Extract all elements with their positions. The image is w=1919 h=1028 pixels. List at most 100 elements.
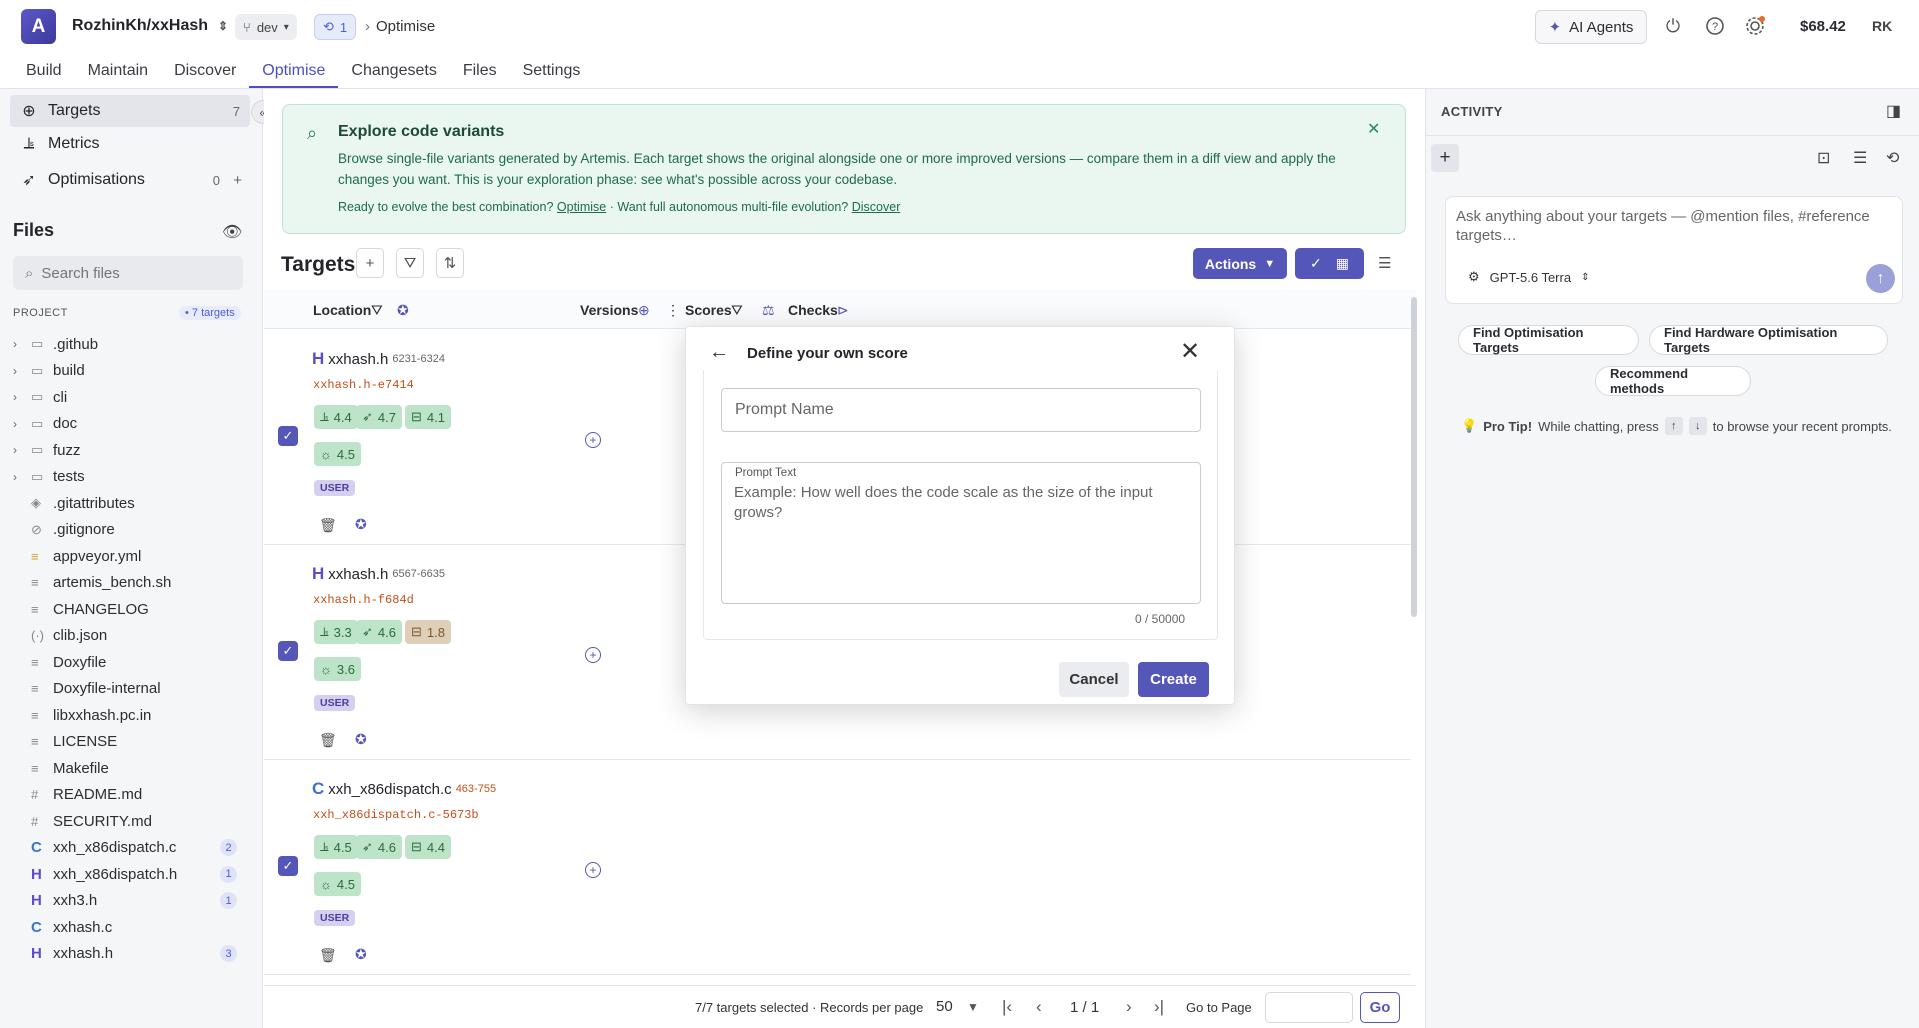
medal-icon[interactable]: ✪ [397, 302, 409, 319]
checklist-icon[interactable]: ☰ [1378, 254, 1391, 272]
folder-item[interactable]: › ▭ fuzz [13, 437, 243, 464]
arrow-left-icon[interactable]: ← [709, 341, 729, 364]
add-version-icon[interactable]: + [585, 862, 601, 878]
sidebar-item-optimisations[interactable]: ➶ Optimisations 0 + [10, 164, 250, 196]
medal-icon[interactable]: ✪ [355, 516, 367, 533]
tab-build[interactable]: Build [13, 56, 75, 88]
file-item[interactable]: Hxxh_x86dispatch.h 1 [13, 861, 243, 888]
records-per-page-select[interactable]: 50 [936, 998, 953, 1015]
score-pill[interactable]: ⊟ 1.8 [405, 620, 451, 644]
folder-item[interactable]: › ▭ .github [13, 331, 243, 358]
score-pill[interactable]: ➶ 4.6 [356, 620, 402, 644]
score-pill[interactable]: ➶ 4.7 [356, 405, 402, 429]
goto-page-input[interactable] [1265, 992, 1353, 1023]
file-item[interactable]: Cxxhash.c [13, 914, 243, 941]
file-item[interactable]: ≡ appveyor.yml [13, 543, 243, 570]
prev-page-icon[interactable]: ‹ [1036, 997, 1042, 1017]
medal-icon[interactable]: ✪ [355, 946, 367, 963]
play-icon[interactable]: ⊳ [837, 302, 849, 319]
last-page-icon[interactable]: ›| [1154, 997, 1164, 1017]
model-selector[interactable]: ⚙ GPT-5.6 Terra ⇕ [1468, 269, 1589, 285]
variant-id[interactable]: xxh_x86dispatch.c-5673b [313, 808, 479, 822]
row-checkbox[interactable]: ✓ [278, 426, 298, 446]
cancel-button[interactable]: Cancel [1059, 662, 1129, 697]
filter-button[interactable]: ⛛ [396, 248, 424, 278]
actions-button[interactable]: Actions ▼ [1193, 248, 1287, 279]
suggestion-find-targets[interactable]: Find Optimisation Targets [1458, 325, 1639, 355]
create-button[interactable]: Create [1138, 662, 1209, 697]
add-target-button[interactable]: + [356, 248, 384, 278]
suggestion-find-hardware-targets[interactable]: Find Hardware Optimisation Targets [1649, 325, 1888, 355]
suggestion-recommend-methods[interactable]: Recommend methods [1595, 366, 1751, 396]
file-item[interactable]: ≡ artemis_bench.sh [13, 570, 243, 597]
score-pill[interactable]: ⫡ 4.5 [314, 835, 358, 859]
close-icon[interactable]: ✕ [1180, 337, 1200, 366]
file-item[interactable]: (·) clib.json [13, 623, 243, 650]
chevron-right-icon[interactable]: › [13, 417, 29, 431]
score-pill[interactable]: ⊟ 4.4 [405, 835, 451, 859]
score-pill[interactable]: ⫡ 3.3 [314, 620, 358, 644]
chevron-right-icon[interactable]: › [13, 390, 29, 404]
score-pill[interactable]: ➶ 4.6 [356, 835, 402, 859]
add-icon[interactable]: ⊕ [638, 302, 650, 319]
sidebar-item-targets[interactable]: ⊕ Targets 7 [10, 95, 250, 127]
trash-icon[interactable]: 🗑 [319, 947, 337, 964]
tab-settings[interactable]: Settings [510, 56, 594, 88]
row-checkbox[interactable]: ✓ [278, 856, 298, 876]
row-checkbox[interactable]: ✓ [278, 641, 298, 661]
score-pill[interactable]: ☼ 4.5 [314, 872, 361, 896]
chevron-right-icon[interactable]: › [13, 470, 29, 484]
tab-optimise[interactable]: Optimise [249, 56, 339, 88]
variant-id[interactable]: xxhash.h-e7414 [313, 378, 414, 392]
folder-item[interactable]: › ▭ doc [13, 411, 243, 438]
robot-icon[interactable]: ⊡ [1817, 148, 1830, 168]
send-button[interactable]: ↑ [1866, 264, 1895, 293]
score-pill[interactable]: ⫡ 4.4 [314, 405, 358, 429]
chat-box[interactable]: Ask anything about your targets — @menti… [1445, 196, 1903, 304]
trash-icon[interactable]: 🗑 [319, 517, 337, 534]
tab-changesets[interactable]: Changesets [338, 56, 449, 88]
score-pill[interactable]: ☼ 4.5 [314, 442, 361, 466]
file-item[interactable]: ≡ Makefile [13, 755, 243, 782]
prompt-name-field[interactable] [721, 388, 1201, 432]
target-location[interactable]: Cxxh_x86dispatch.c 463-755 [312, 779, 496, 799]
check-icon[interactable]: ✓ [1310, 255, 1322, 272]
tab-discover[interactable]: Discover [161, 56, 249, 88]
chevron-right-icon[interactable]: › [13, 443, 29, 457]
pr-badge[interactable]: ⟲ 1 [314, 14, 357, 40]
grid-icon[interactable]: ▦ [1336, 255, 1349, 272]
folder-item[interactable]: › ▭ tests [13, 464, 243, 491]
help-icon[interactable]: ? [1704, 15, 1726, 37]
new-chat-button[interactable]: + [1431, 144, 1459, 172]
trash-icon[interactable]: 🗑 [319, 732, 337, 749]
prompt-text-field[interactable]: Prompt Text [721, 462, 1201, 604]
search-input[interactable] [41, 264, 222, 282]
file-item[interactable]: Hxxh3.h 1 [13, 888, 243, 915]
go-button[interactable]: Go [1360, 992, 1400, 1023]
ai-agents-button[interactable]: ✦ AI Agents [1535, 10, 1647, 44]
discover-link[interactable]: Discover [852, 200, 901, 214]
avatar[interactable]: RK [1872, 18, 1892, 34]
eye-icon[interactable]: 👁 [222, 222, 242, 242]
close-icon[interactable]: ✕ [1367, 119, 1380, 139]
prompt-text-input[interactable] [734, 483, 1189, 593]
chevron-right-icon[interactable]: › [13, 364, 29, 378]
file-item[interactable]: ≡ Doxyfile [13, 649, 243, 676]
chat-input[interactable]: Ask anything about your targets — @menti… [1456, 207, 1876, 245]
chevron-right-icon[interactable]: › [13, 337, 29, 351]
file-item[interactable]: ≡ CHANGELOG [13, 596, 243, 623]
tab-maintain[interactable]: Maintain [75, 56, 161, 88]
view-toggle[interactable]: ✓ ▦ [1295, 248, 1364, 279]
folder-item[interactable]: › ▭ build [13, 358, 243, 385]
add-version-icon[interactable]: + [585, 647, 601, 663]
column-location[interactable]: Location [313, 302, 371, 318]
panel-toggle-icon[interactable]: ◨ [1886, 101, 1901, 121]
optimise-link[interactable]: Optimise [557, 200, 606, 214]
gear-icon[interactable] [1744, 15, 1766, 37]
file-item[interactable]: Hxxhash.h 3 [13, 941, 243, 968]
sort-button[interactable]: ⇅ [436, 248, 464, 278]
score-pill[interactable]: ☼ 3.6 [314, 657, 361, 681]
search-field[interactable]: ⌕ [13, 256, 243, 290]
file-item[interactable]: # README.md [13, 782, 243, 809]
app-logo[interactable]: A [21, 9, 56, 44]
